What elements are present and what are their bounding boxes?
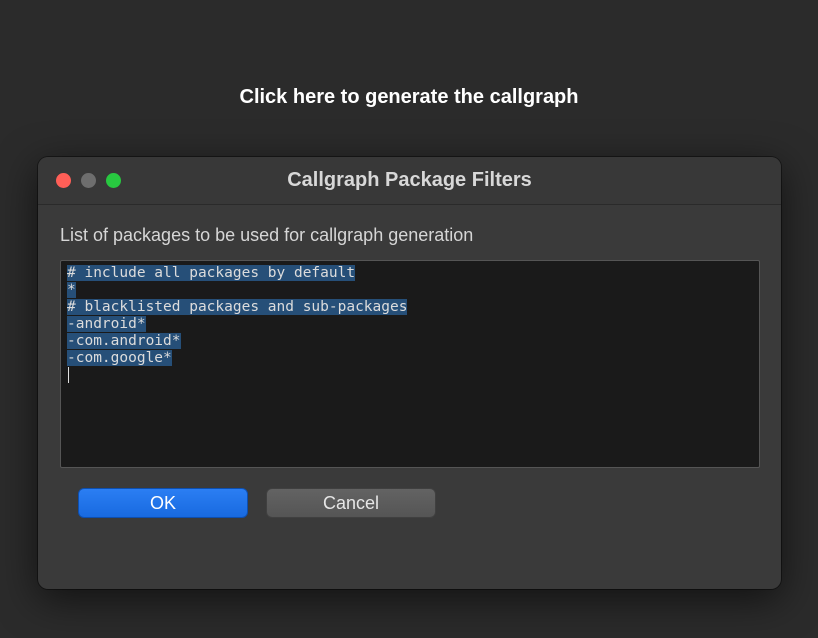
editor-line: -android* xyxy=(67,316,146,332)
package-filters-textarea[interactable]: # include all packages by default * # bl… xyxy=(60,260,760,468)
generate-callgraph-banner[interactable]: Click here to generate the callgraph xyxy=(0,86,818,109)
text-caret xyxy=(68,367,69,383)
packages-label: List of packages to be used for callgrap… xyxy=(60,225,759,246)
dialog-title: Callgraph Package Filters xyxy=(38,169,781,192)
callgraph-filters-dialog: Callgraph Package Filters List of packag… xyxy=(38,157,781,589)
editor-line: -com.android* xyxy=(67,333,181,349)
window-controls xyxy=(56,173,121,188)
window-zoom-button[interactable] xyxy=(106,173,121,188)
editor-line: * xyxy=(67,282,76,298)
window-minimize-button[interactable] xyxy=(81,173,96,188)
editor-line: # blacklisted packages and sub-packages xyxy=(67,299,407,315)
cancel-button[interactable]: Cancel xyxy=(266,488,436,518)
dialog-body: List of packages to be used for callgrap… xyxy=(38,205,781,536)
ok-button[interactable]: OK xyxy=(78,488,248,518)
dialog-titlebar: Callgraph Package Filters xyxy=(38,157,781,205)
window-close-button[interactable] xyxy=(56,173,71,188)
dialog-buttons: OK Cancel xyxy=(60,488,759,518)
editor-line: -com.google* xyxy=(67,350,172,366)
editor-line: # include all packages by default xyxy=(67,265,355,281)
